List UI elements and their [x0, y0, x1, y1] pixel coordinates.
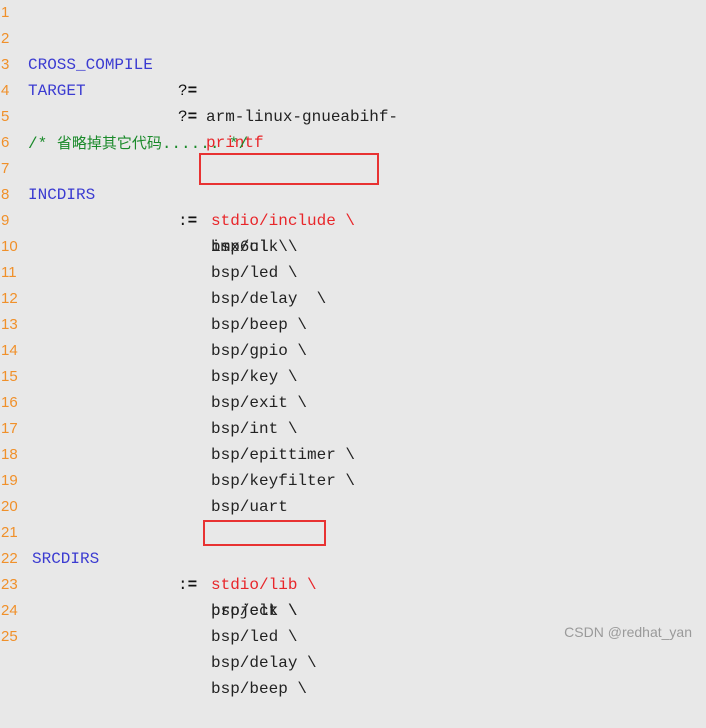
code-line: 5: [0, 104, 706, 130]
code-line: 9 bsp/led \: [0, 208, 706, 282]
highlight-box-lib: [203, 520, 326, 546]
line-number: 11: [1, 264, 17, 281]
code-line: 19: [0, 468, 706, 494]
line-number: 17: [1, 420, 18, 437]
variable-value: bsp/beep \: [211, 680, 308, 698]
line-number: 22: [1, 550, 18, 567]
code-line: 15 bsp/int \: [0, 364, 706, 438]
line-number: 2: [1, 30, 10, 47]
code-line: 10 bsp/delay \: [0, 234, 706, 308]
line-number: 23: [1, 576, 18, 593]
line-number: 3: [1, 56, 10, 73]
line-number: 8: [1, 186, 10, 203]
line-number: 25: [1, 628, 18, 645]
line-number: 14: [1, 342, 18, 359]
line-number: 6: [1, 134, 10, 151]
line-number: 7: [1, 160, 10, 177]
line-number: 20: [1, 498, 18, 515]
line-number: 1: [1, 4, 10, 21]
code-line: 11 bsp/beep \: [0, 260, 706, 334]
line-number: 5: [1, 108, 10, 125]
code-line: 12 bsp/gpio \: [0, 286, 706, 360]
watermark: CSDN @redhat_yan: [564, 624, 692, 640]
code-line: 20 SRCDIRS := project \: [0, 494, 706, 620]
code-line: 17 bsp/keyfilter \: [0, 416, 706, 490]
line-number: 16: [1, 394, 18, 411]
code-line: 3: [0, 52, 706, 78]
code-line: 24 bsp/delay \: [0, 598, 706, 672]
line-number: 13: [1, 316, 18, 333]
line-number: 10: [1, 238, 18, 255]
highlight-box-include: [199, 153, 379, 185]
code-line: 23 bsp/led \: [0, 572, 706, 646]
code-line: 4 /* 省略掉其它代码...... */: [0, 78, 706, 153]
line-number: 18: [1, 446, 18, 463]
code-line: 18 bsp/uart: [0, 442, 706, 516]
code-line: 13 bsp/key \: [0, 312, 706, 386]
line-number: 12: [1, 290, 18, 307]
line-number: 9: [1, 212, 10, 229]
variable-value: bsp/delay \: [211, 654, 317, 672]
line-number: 15: [1, 368, 18, 385]
line-number: 24: [1, 602, 18, 619]
code-line: 2 TARGET ?= printf: [0, 26, 706, 152]
line-number: 19: [1, 472, 18, 489]
line-number: 21: [1, 524, 18, 541]
line-number: 4: [1, 82, 10, 99]
code-line: 16 bsp/epittimer \: [0, 390, 706, 464]
code-line: 1 CROSS_COMPILE ?= arm-linux-gnueabihf-: [0, 0, 706, 126]
code-line: 14 bsp/exit \: [0, 338, 706, 412]
code-line: 21 stdio/lib \: [0, 520, 706, 594]
code-line: 22 bsp/clk \: [0, 546, 706, 620]
code-line: 8 bsp/clk \: [0, 182, 706, 256]
